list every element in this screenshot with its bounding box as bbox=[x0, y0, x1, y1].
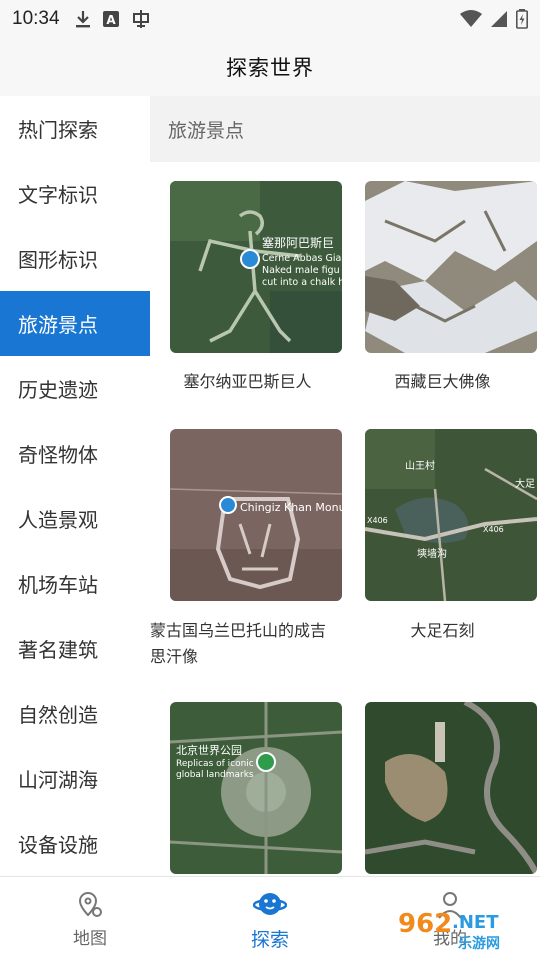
map-label: global landmarks bbox=[176, 770, 254, 780]
map-label: 塽墙沟 bbox=[417, 547, 447, 560]
place-thumbnail[interactable] bbox=[365, 181, 537, 353]
app-header: 探索世界 bbox=[0, 38, 540, 96]
place-caption[interactable]: 塞尔纳亚巴斯巨人 bbox=[150, 369, 345, 395]
section-title: 旅游景点 bbox=[150, 96, 540, 162]
map-label: 山王村 bbox=[405, 459, 435, 472]
place-thumbnail[interactable] bbox=[365, 702, 537, 874]
content-panel: 旅游景点 塞那阿巴斯巨 Cerne Abbas Gia Naked male f… bbox=[150, 96, 540, 876]
satellite-image bbox=[365, 702, 537, 874]
notification-icon bbox=[132, 10, 149, 28]
sidebar-item-label: 奇怪物体 bbox=[18, 443, 98, 467]
page-title: 探索世界 bbox=[226, 56, 314, 80]
sidebar-item-label: 图形标识 bbox=[18, 248, 98, 272]
sidebar-item-facilities[interactable]: 设备设施 bbox=[0, 811, 150, 876]
place-caption[interactable]: 蒙古国乌兰巴托山的成吉 思汗像 bbox=[150, 618, 345, 670]
nav-tab-label: 探索 bbox=[250, 928, 289, 951]
sidebar-item-label: 文字标识 bbox=[18, 183, 98, 207]
wifi-icon bbox=[460, 10, 482, 27]
sidebar-item-famous-buildings[interactable]: 著名建筑 bbox=[0, 616, 150, 681]
category-sidebar: 热门探索 文字标识 图形标识 旅游景点 历史遗迹 奇怪物体 人造景观 机场车站 … bbox=[0, 96, 150, 876]
status-bar: 10:34 A bbox=[0, 0, 540, 38]
bottom-nav: 地图 探索 我的 962 .NET 乐游网 bbox=[0, 876, 540, 960]
sidebar-item-nature[interactable]: 自然创造 bbox=[0, 681, 150, 746]
satellite-image: 北京世界公园 Replicas of iconic global landmar… bbox=[170, 702, 342, 874]
map-label: Cerne Abbas Gia bbox=[262, 253, 341, 264]
place-thumbnail[interactable]: 塞那阿巴斯巨 Cerne Abbas Gia Naked male figu c… bbox=[170, 181, 342, 353]
sidebar-item-label: 著名建筑 bbox=[18, 638, 98, 662]
sidebar-item-label: 人造景观 bbox=[18, 508, 98, 532]
sidebar-item-label: 设备设施 bbox=[18, 833, 98, 857]
place-caption[interactable]: 大足石刻 bbox=[345, 618, 540, 644]
map-label: X406 bbox=[483, 525, 504, 534]
watermark-logo: 962 .NET 乐游网 bbox=[398, 909, 500, 952]
sidebar-item-hot[interactable]: 热门探索 bbox=[0, 96, 150, 161]
watermark-text: 962 bbox=[398, 909, 452, 939]
satellite-image: 山王村 X406 X406 大足 塽墙沟 bbox=[365, 429, 537, 601]
sidebar-item-shape-marks[interactable]: 图形标识 bbox=[0, 226, 150, 291]
place-thumbnail[interactable]: 山王村 X406 X406 大足 塽墙沟 bbox=[365, 429, 537, 601]
a-icon: A bbox=[102, 11, 119, 27]
sidebar-item-label: 旅游景点 bbox=[18, 313, 98, 337]
map-pin-icon bbox=[78, 891, 102, 917]
nav-tab-map[interactable]: 地图 bbox=[0, 877, 180, 960]
nav-tab-label: 地图 bbox=[73, 928, 107, 949]
caption-line: 思汗像 bbox=[150, 647, 199, 666]
satellite-image: 塞那阿巴斯巨 Cerne Abbas Gia Naked male figu c… bbox=[170, 181, 342, 353]
place-thumbnail[interactable]: 北京世界公园 Replicas of iconic global landmar… bbox=[170, 702, 342, 874]
map-label: 北京世界公园 bbox=[176, 743, 242, 757]
planet-icon bbox=[253, 892, 287, 915]
download-icon bbox=[75, 11, 90, 28]
battery-icon bbox=[516, 9, 528, 29]
place-thumbnail[interactable]: Chingiz Khan Monu bbox=[170, 429, 342, 601]
satellite-image: Chingiz Khan Monu bbox=[170, 429, 342, 601]
sidebar-item-man-made[interactable]: 人造景观 bbox=[0, 486, 150, 551]
satellite-image bbox=[365, 181, 537, 353]
map-label: Naked male figu bbox=[262, 265, 340, 276]
sidebar-item-text-marks[interactable]: 文字标识 bbox=[0, 161, 150, 226]
watermark-text: .NET bbox=[452, 912, 499, 933]
map-label: cut into a chalk h bbox=[262, 277, 342, 288]
watermark-text: 乐游网 bbox=[458, 935, 500, 952]
sidebar-item-label: 历史遗迹 bbox=[18, 378, 98, 402]
sidebar-item-label: 自然创造 bbox=[18, 703, 98, 727]
map-label: Chingiz Khan Monu bbox=[240, 501, 342, 514]
map-label: X406 bbox=[367, 516, 388, 525]
caption-line: 蒙古国乌兰巴托山的成吉 bbox=[150, 621, 327, 640]
sidebar-item-strange-objects[interactable]: 奇怪物体 bbox=[0, 421, 150, 486]
place-caption[interactable]: 西藏巨大佛像 bbox=[345, 369, 540, 395]
map-label: 塞那阿巴斯巨 bbox=[262, 235, 334, 250]
sidebar-item-historic-sites[interactable]: 历史遗迹 bbox=[0, 356, 150, 421]
signal-icon bbox=[491, 11, 507, 27]
nav-tab-explore[interactable]: 探索 bbox=[180, 877, 360, 960]
sidebar-item-label: 机场车站 bbox=[18, 573, 98, 597]
map-label: 大足 bbox=[515, 477, 535, 490]
map-label: Replicas of iconic bbox=[176, 759, 254, 769]
sidebar-item-label: 山河湖海 bbox=[18, 768, 98, 792]
svg-text:A: A bbox=[106, 13, 116, 27]
sidebar-item-mountains-rivers[interactable]: 山河湖海 bbox=[0, 746, 150, 811]
status-time: 10:34 bbox=[12, 8, 60, 29]
sidebar-item-airports-stations[interactable]: 机场车站 bbox=[0, 551, 150, 616]
sidebar-item-label: 热门探索 bbox=[18, 118, 98, 142]
sidebar-item-tourist-spots[interactable]: 旅游景点 bbox=[0, 291, 150, 356]
